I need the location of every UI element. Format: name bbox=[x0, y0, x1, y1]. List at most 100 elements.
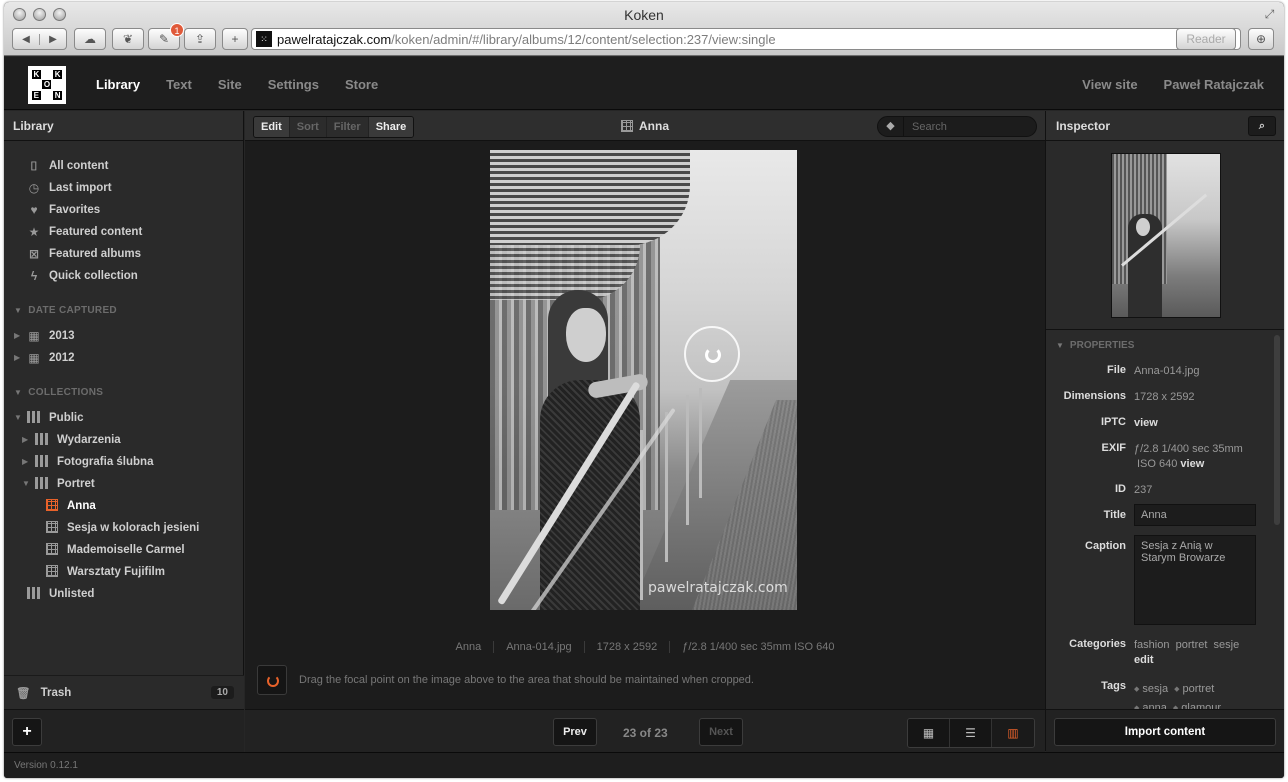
sidebar-item-last-import[interactable]: ◷ Last import bbox=[26, 178, 112, 198]
expand-triangle-icon[interactable]: ▶ bbox=[22, 435, 28, 444]
add-button[interactable]: + bbox=[12, 718, 42, 746]
forward-arrow-icon[interactable]: ▶ bbox=[40, 34, 66, 45]
sidebar-item-all-content[interactable]: ⌷ All content bbox=[26, 156, 108, 176]
sidebar-item-portret[interactable]: Portret bbox=[34, 474, 95, 494]
sidebar-item-album-mademoiselle[interactable]: Mademoiselle Carmel bbox=[44, 540, 185, 560]
sidebar-item-label: Sesja w kolorach jesieni bbox=[67, 522, 200, 534]
inspector-thumbnail[interactable] bbox=[1111, 153, 1221, 318]
view-site-link[interactable]: View site bbox=[1082, 77, 1137, 92]
sidebar-item-quick-collection[interactable]: ϟ Quick collection bbox=[26, 266, 138, 286]
file-value: Anna-014.jpg bbox=[1134, 365, 1200, 377]
sidebar-item-wydarzenia[interactable]: Wydarzenia bbox=[34, 430, 121, 450]
sidebar-item-year-2013[interactable]: ▦ 2013 bbox=[26, 326, 74, 346]
categories-edit-link[interactable]: edit bbox=[1134, 654, 1154, 666]
sidebar-item-featured-content[interactable]: ★ Featured content bbox=[26, 222, 143, 242]
sidebar-item-label: 2012 bbox=[49, 352, 75, 364]
camera-icon: ⌷ bbox=[30, 159, 38, 173]
inspector-scrollbar[interactable] bbox=[1274, 335, 1280, 525]
sidebar-item-fotografia-slubna[interactable]: Fotografia ślubna bbox=[34, 452, 153, 472]
inspector-panel: Inspector ⌕ ▼ PROPERTIES File Anna-014.jp… bbox=[1045, 111, 1284, 753]
properties-section[interactable]: ▼ PROPERTIES bbox=[1056, 340, 1134, 351]
nav-settings[interactable]: Settings bbox=[268, 77, 319, 92]
import-content-button[interactable]: Import content bbox=[1054, 718, 1276, 746]
sidebar-item-label: Featured albums bbox=[49, 248, 142, 260]
url-path: /koken/admin/#/library/albums/12/content… bbox=[391, 31, 776, 47]
sidebar-item-label: Fotografia ślubna bbox=[57, 456, 154, 468]
search-input[interactable] bbox=[904, 120, 1024, 133]
category-portret[interactable]: portret bbox=[1176, 639, 1208, 651]
nav-text[interactable]: Text bbox=[166, 77, 192, 92]
caption-label: Caption bbox=[1085, 540, 1126, 552]
category-sesje[interactable]: sesje bbox=[1214, 639, 1240, 651]
downloads-button[interactable]: ⊕ bbox=[1248, 28, 1274, 50]
dimensions-label: Dimensions bbox=[1063, 390, 1126, 402]
sidebar-item-featured-albums[interactable]: ⊠ Featured albums bbox=[26, 244, 141, 264]
back-arrow-icon[interactable]: ◀ bbox=[13, 33, 40, 45]
address-bar[interactable]: ⁙ pawelratajczak.com /koken/admin/#/libr… bbox=[251, 28, 1241, 50]
focal-point-toggle-button[interactable] bbox=[257, 665, 287, 695]
photo-watermark: pawelratajczak.com bbox=[648, 580, 788, 596]
grid-view-icon[interactable]: ▦ bbox=[908, 719, 950, 747]
sidebar-item-label: Mademoiselle Carmel bbox=[67, 544, 185, 556]
new-tab-button[interactable]: + bbox=[222, 28, 248, 50]
reader-button[interactable]: Reader bbox=[1176, 28, 1236, 50]
nav-site[interactable]: Site bbox=[218, 77, 242, 92]
fullscreen-icon[interactable]: ⤢ bbox=[1263, 8, 1276, 21]
share-icon: ⇪ bbox=[194, 32, 206, 46]
sidebar-item-year-2012[interactable]: ▦ 2012 bbox=[26, 348, 75, 368]
main-photo[interactable]: pawelratajczak.com bbox=[490, 150, 797, 610]
sidebar-item-album-anna[interactable]: Anna bbox=[44, 496, 96, 516]
caption-field[interactable]: Sesja z Anią w Starym Browarze bbox=[1134, 535, 1256, 625]
notification-badge: 1 bbox=[170, 23, 184, 37]
category-fashion[interactable]: fashion bbox=[1134, 639, 1169, 651]
next-button[interactable]: Next bbox=[699, 718, 743, 746]
icloud-tabs-button[interactable]: ☁ bbox=[74, 28, 106, 50]
prev-button[interactable]: Prev bbox=[553, 718, 597, 746]
sidebar-item-label: Featured content bbox=[49, 226, 143, 238]
tag-portret[interactable]: portret bbox=[1174, 680, 1214, 699]
logo-letter-e: E bbox=[31, 91, 41, 101]
trash-icon: 🗑 bbox=[16, 687, 31, 700]
tags-value: sesjaportret annaglamour bbox=[1134, 680, 1264, 710]
sidebar-item-favorites[interactable]: ♥ Favorites bbox=[26, 200, 100, 220]
date-captured-section[interactable]: ▼ DATE CAPTURED bbox=[14, 305, 117, 316]
expand-triangle-icon[interactable]: ▶ bbox=[14, 331, 20, 340]
bookmark-leaf-button[interactable]: ❦ bbox=[112, 28, 144, 50]
magnifier-icon[interactable]: ⌕ bbox=[1248, 116, 1276, 136]
share-button[interactable]: ⇪ bbox=[184, 28, 216, 50]
collapse-triangle-icon[interactable]: ▼ bbox=[22, 479, 30, 488]
expand-triangle-icon[interactable]: ▶ bbox=[22, 457, 28, 466]
koken-favicon-icon: ⁙ bbox=[256, 31, 272, 47]
set-icon bbox=[26, 587, 42, 601]
exif-view-link[interactable]: view bbox=[1180, 458, 1204, 470]
sidebar-item-public[interactable]: Public bbox=[26, 408, 84, 428]
extension-button[interactable]: ✎ 1 bbox=[148, 23, 184, 50]
sidebar-item-trash[interactable]: 🗑 Trash 10 bbox=[4, 675, 244, 709]
user-menu[interactable]: Paweł Ratajczak bbox=[1164, 77, 1264, 92]
inspector-title: Inspector bbox=[1056, 119, 1111, 133]
categories-label: Categories bbox=[1069, 638, 1126, 650]
nav-library[interactable]: Library bbox=[96, 77, 140, 92]
expand-triangle-icon[interactable]: ▶ bbox=[14, 353, 20, 362]
focal-point-handle[interactable] bbox=[684, 326, 740, 382]
sidebar-item-album-sesja[interactable]: Sesja w kolorach jesieni bbox=[44, 518, 199, 538]
tag-filter-icon[interactable]: ◆ bbox=[878, 117, 904, 136]
sidebar-item-label: Favorites bbox=[49, 204, 101, 216]
title-field[interactable] bbox=[1134, 504, 1256, 526]
dimensions-value: 1728 x 2592 bbox=[1134, 391, 1195, 403]
sidebar-item-unlisted[interactable]: Unlisted bbox=[26, 584, 94, 604]
list-view-icon[interactable]: ☰ bbox=[950, 719, 992, 747]
logo-letter-o: O bbox=[42, 80, 52, 90]
tag-sesja[interactable]: sesja bbox=[1134, 680, 1168, 699]
meta-exif: ƒ/2.8 1/400 sec 35mm ISO 640 bbox=[682, 641, 835, 653]
collapse-triangle-icon[interactable]: ▼ bbox=[14, 413, 22, 422]
koken-logo[interactable]: K K O E N bbox=[28, 66, 66, 104]
leaf-icon: ❦ bbox=[122, 32, 134, 46]
back-forward-buttons[interactable]: ◀ ▶ bbox=[12, 28, 67, 50]
iptc-view-link[interactable]: view bbox=[1134, 417, 1158, 429]
nav-store[interactable]: Store bbox=[345, 77, 378, 92]
filmstrip-view-icon[interactable]: ▥ bbox=[992, 719, 1034, 747]
sidebar-item-album-warsztaty[interactable]: Warsztaty Fujifilm bbox=[44, 562, 165, 582]
collections-section[interactable]: ▼ COLLECTIONS bbox=[14, 387, 103, 398]
id-label: ID bbox=[1115, 483, 1126, 495]
